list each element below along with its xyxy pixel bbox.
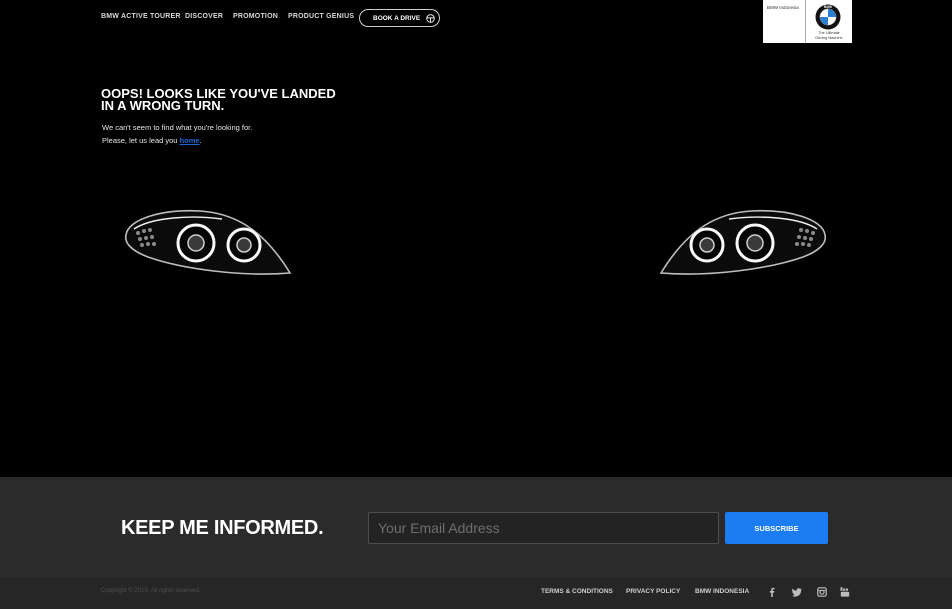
error-line-2-prefix: Please, let us lead you bbox=[102, 135, 180, 145]
right-headlight-image bbox=[659, 209, 827, 275]
bmw-roundel-icon: BMW bbox=[815, 4, 841, 30]
footer-link-privacy[interactable]: PRIVACY POLICY bbox=[626, 588, 680, 595]
newsletter-title: KEEP ME INFORMED. bbox=[121, 517, 324, 539]
logo-roundel-panel: BMW The Ultimate Driving Machine bbox=[806, 0, 852, 43]
logo-brand-text: BMW Indonesia bbox=[767, 5, 799, 10]
newsletter-section: KEEP ME INFORMED. SUBSCRIBE bbox=[0, 477, 952, 577]
roundel-letters: BMW bbox=[824, 5, 832, 9]
footer-link-terms[interactable]: TERMS & CONDITIONS bbox=[541, 588, 613, 595]
left-headlight-image bbox=[124, 209, 292, 275]
email-input[interactable] bbox=[368, 512, 719, 544]
facebook-icon[interactable] bbox=[767, 587, 777, 597]
nav-item-promotion[interactable]: PROMOTION bbox=[233, 13, 278, 20]
error-line-2-suffix: . bbox=[199, 135, 202, 145]
steering-wheel-icon bbox=[426, 13, 435, 23]
bmw-logo-block[interactable]: BMW Indonesia BMW The Ultimate Driving M… bbox=[763, 0, 852, 43]
footer: Copyright © 2015. All rights reserved. T… bbox=[0, 577, 952, 609]
subscribe-button[interactable]: SUBSCRIBE bbox=[725, 512, 828, 544]
error-message: We can't seem to find what you're lookin… bbox=[102, 122, 252, 147]
error-title: OOPS! LOOKS LIKE YOU'VE LANDED IN A WRON… bbox=[101, 86, 336, 113]
nav-item-bmw-active-tourer[interactable]: BMW ACTIVE TOURER bbox=[101, 13, 181, 20]
error-line-1: We can't seem to find what you're lookin… bbox=[102, 123, 253, 132]
copyright-text: Copyright © 2015. All rights reserved. bbox=[101, 588, 201, 594]
nav-item-discover[interactable]: DISCOVER bbox=[185, 13, 223, 20]
tagline-line2: Driving Machine bbox=[815, 36, 843, 40]
nav-item-product-genius[interactable]: PRODUCT GENIUS bbox=[288, 13, 354, 20]
book-a-drive-button[interactable]: BOOK A DRIVE bbox=[359, 9, 440, 27]
book-a-drive-label: BOOK A DRIVE bbox=[373, 14, 421, 22]
logo-tagline: The Ultimate Driving Machine bbox=[808, 31, 850, 41]
instagram-icon[interactable] bbox=[817, 587, 827, 597]
youtube-icon[interactable] bbox=[840, 587, 850, 597]
twitter-icon[interactable] bbox=[792, 587, 802, 597]
home-link[interactable]: home bbox=[180, 136, 200, 145]
footer-link-bmw-indonesia[interactable]: BMW INDONESIA bbox=[695, 588, 749, 595]
logo-brand-panel: BMW Indonesia bbox=[763, 0, 806, 43]
error-line-2: Please, let us lead you home. bbox=[102, 135, 252, 148]
